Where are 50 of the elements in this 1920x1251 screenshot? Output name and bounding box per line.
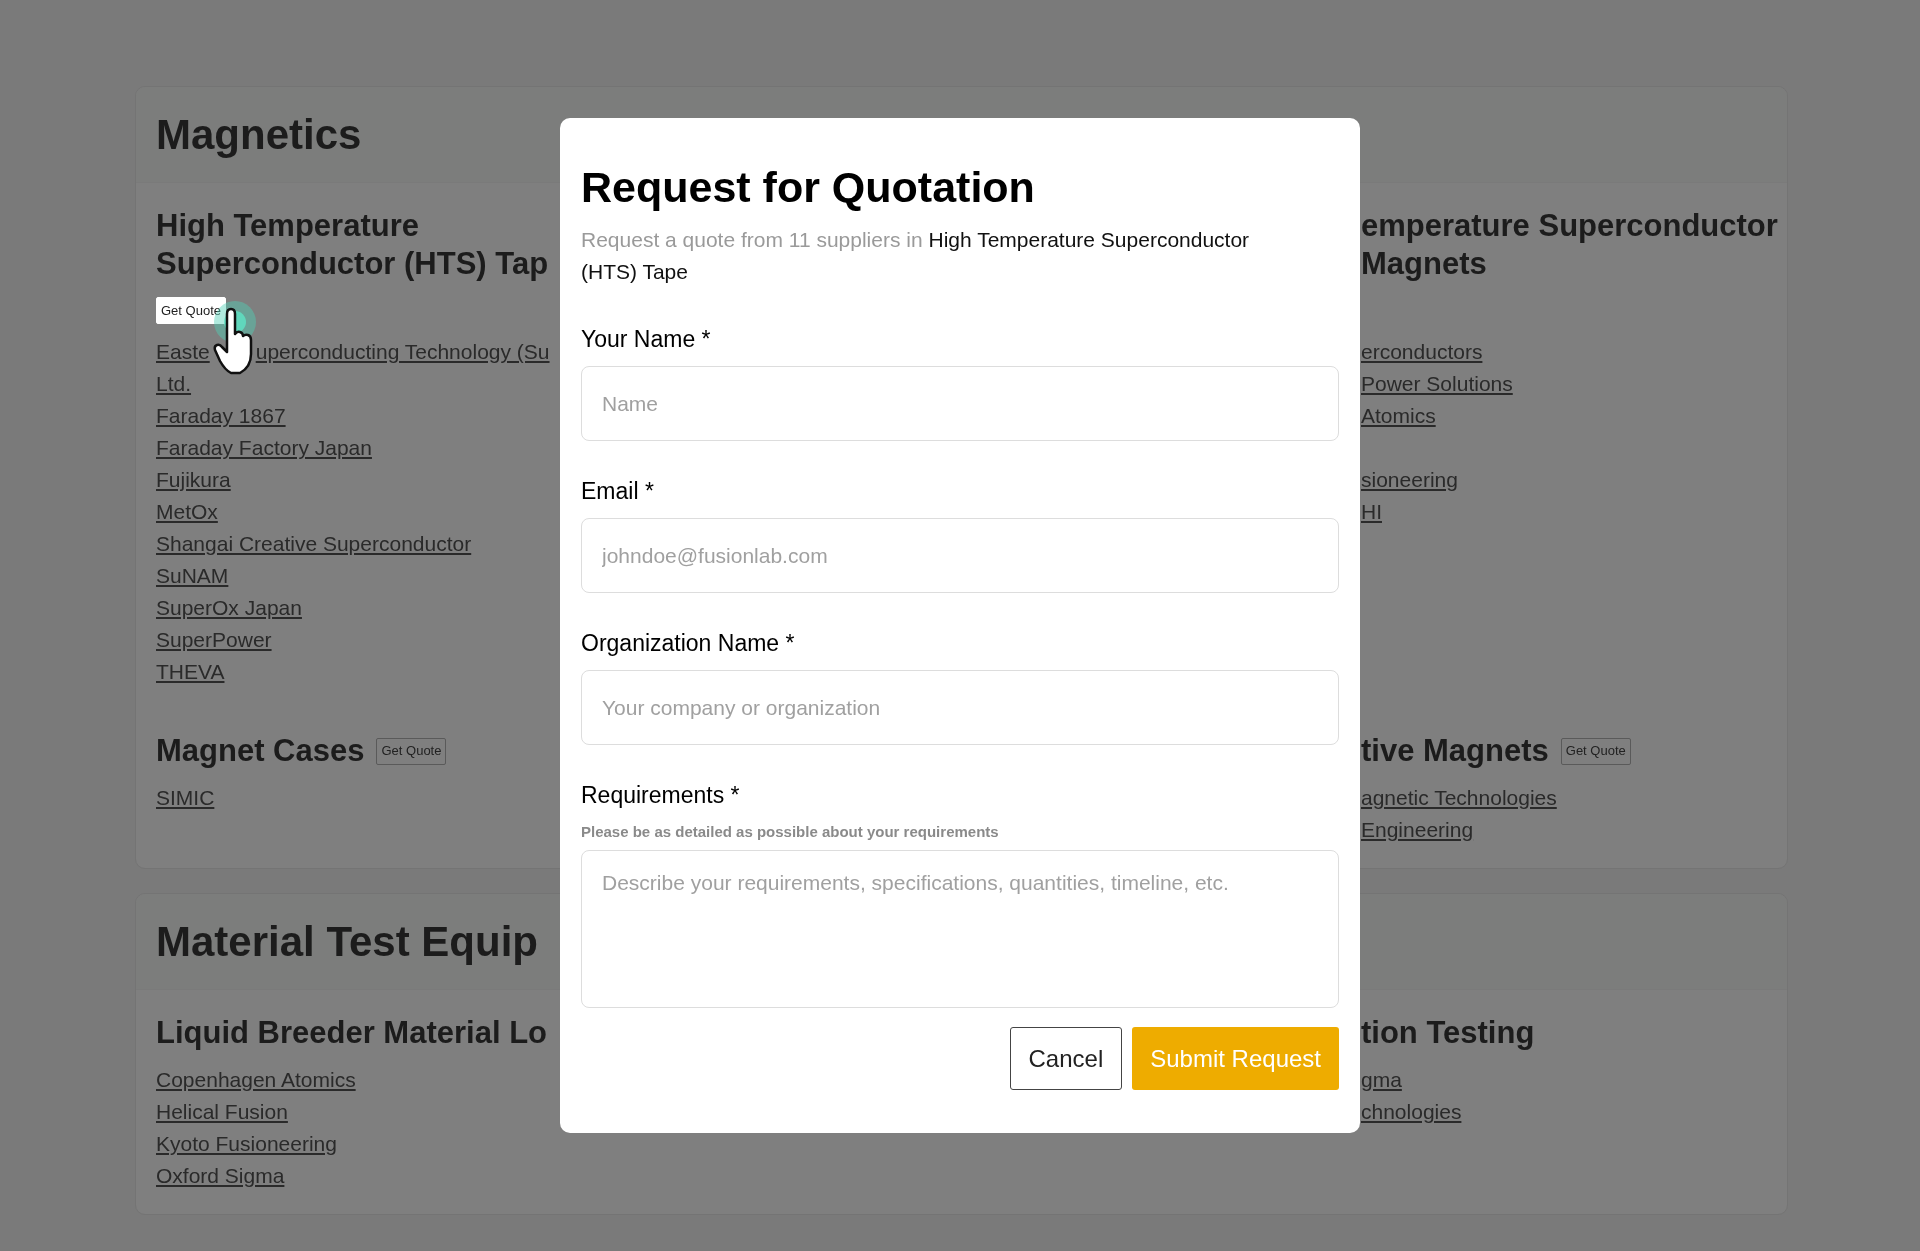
- field-label: Organization Name *: [581, 629, 796, 658]
- supplier-link[interactable]: sioneering: [1361, 464, 1458, 496]
- text-field[interactable]: Name: [581, 366, 1339, 441]
- submit-button[interactable]: Submit Request: [1132, 1027, 1339, 1090]
- category-heading: tive Magnets: [1361, 732, 1549, 770]
- field-label: Email *: [581, 477, 655, 506]
- text-field[interactable]: Your company or organization: [581, 670, 1339, 745]
- field-label: Your Name *: [581, 325, 712, 354]
- category-heading: tion Testing: [1361, 1014, 1535, 1052]
- category-heading: Magnet Cases: [156, 732, 365, 770]
- supplier-link[interactable]: Kyoto Fusioneering: [156, 1128, 337, 1160]
- dialog-description: Request a quote from 11 suppliers in High Temperature Superconductor (HTS) Tape: [581, 227, 1251, 285]
- get-quote-button[interactable]: Get Quote: [1560, 737, 1631, 765]
- supplier-link[interactable]: HI: [1361, 496, 1382, 528]
- section-title: Magnetics: [156, 110, 362, 160]
- get-quote-button[interactable]: Get Quote: [376, 737, 447, 765]
- supplier-link[interactable]: erconductors: [1361, 336, 1483, 368]
- supplier-link[interactable]: gma: [1361, 1064, 1402, 1096]
- get-quote-button[interactable]: Get Quote: [156, 297, 226, 324]
- supplier-link[interactable]: Engineering: [1361, 814, 1474, 846]
- supplier-link[interactable]: MetOx: [156, 496, 218, 528]
- supplier-link[interactable]: uperconducting Technology (Su: [255, 336, 550, 368]
- text-field[interactable]: johndoe@fusionlab.com: [581, 518, 1339, 593]
- supplier-link[interactable]: Easte: [156, 336, 210, 368]
- category-heading: Liquid Breeder Material Lo: [156, 1014, 547, 1052]
- category-heading: High Temperature Superconductor (HTS) Tap: [156, 207, 549, 283]
- supplier-link[interactable]: agnetic Technologies: [1361, 782, 1557, 814]
- supplier-link[interactable]: Copenhagen Atomics: [156, 1064, 356, 1096]
- dialog-title: Request for Quotation: [581, 162, 1036, 213]
- requirements-field[interactable]: Describe your requirements, specifications, quantities, timeline, etc.: [581, 850, 1339, 1008]
- supplier-link[interactable]: Faraday Factory Japan: [156, 432, 372, 464]
- supplier-link[interactable]: SuperPower: [156, 624, 272, 656]
- supplier-link[interactable]: SuNAM: [156, 560, 229, 592]
- supplier-link[interactable]: SuperOx Japan: [156, 592, 302, 624]
- field-hint: Please be as detailed as possible about your requirements: [581, 822, 1000, 842]
- supplier-link[interactable]: Helical Fusion: [156, 1096, 288, 1128]
- supplier-link[interactable]: Fujikura: [156, 464, 231, 496]
- supplier-link[interactable]: Faraday 1867: [156, 400, 286, 432]
- supplier-link[interactable]: SIMIC: [156, 782, 215, 814]
- supplier-link[interactable]: Shangai Creative Superconductor: [156, 528, 472, 560]
- supplier-link[interactable]: chnologies: [1361, 1096, 1462, 1128]
- cancel-button[interactable]: Cancel: [1009, 1027, 1123, 1090]
- supplier-link[interactable]: Oxford Sigma: [156, 1160, 285, 1192]
- section-title: Material Test Equip: [156, 917, 538, 967]
- supplier-link[interactable]: Ltd.: [156, 368, 192, 400]
- category-heading: emperature Superconductor Magnets: [1361, 207, 1778, 283]
- field-label: Requirements *: [581, 781, 741, 810]
- supplier-link[interactable]: THEVA: [156, 656, 225, 688]
- supplier-link[interactable]: Power Solutions: [1361, 368, 1513, 400]
- supplier-link[interactable]: Atomics: [1361, 400, 1436, 432]
